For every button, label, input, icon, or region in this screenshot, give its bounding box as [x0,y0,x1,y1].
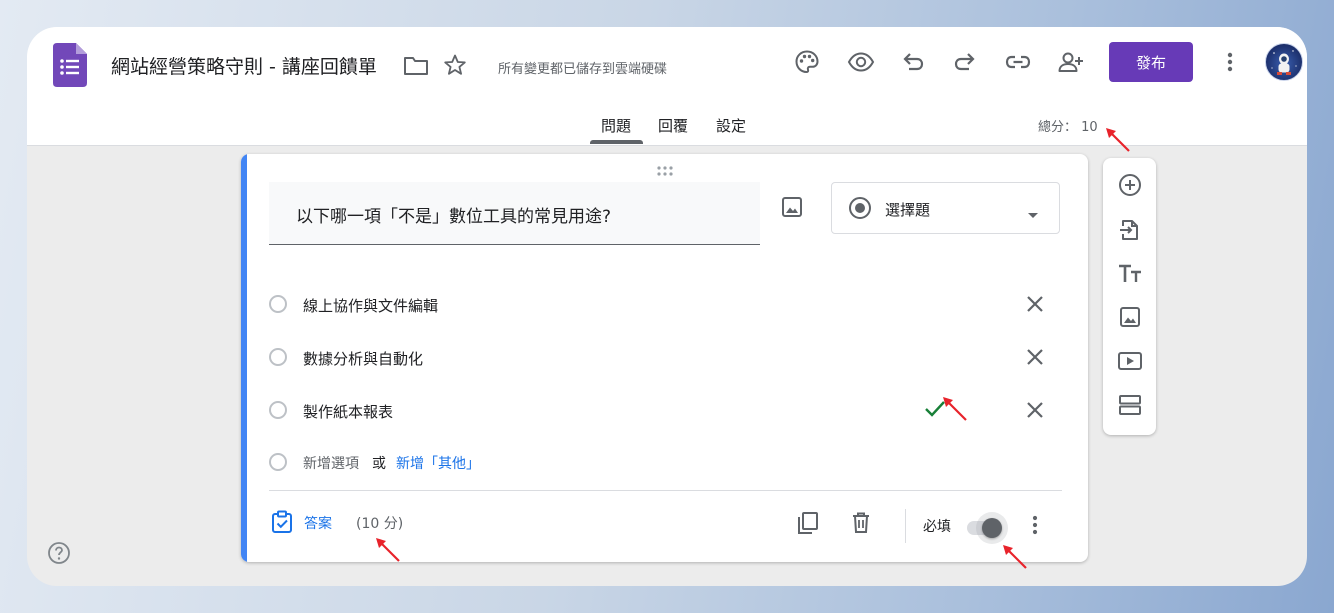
option-label[interactable]: 線上協作與文件編輯 [303,295,438,316]
option-label[interactable]: 製作紙本報表 [303,401,393,422]
question-type-label: 選擇題 [885,201,931,219]
duplicate-icon[interactable] [796,511,820,539]
question-type-select[interactable]: 選擇題 [831,182,1060,234]
move-to-folder-icon[interactable] [403,55,429,77]
annotation-arrow-icon [1003,545,1027,569]
required-toggle[interactable] [965,512,1025,544]
help-icon[interactable] [47,541,71,569]
drag-handle-icon[interactable] [655,162,675,181]
link-icon[interactable] [1004,49,1032,75]
total-points: 總分： 10 [1038,120,1098,135]
remove-option-icon[interactable] [1023,292,1047,320]
option-radio [269,295,287,313]
preview-eye-icon[interactable] [847,49,875,75]
add-other-button[interactable]: 新增「其他」 [396,453,480,473]
option-row[interactable]: 數據分析與自動化 [269,345,1059,375]
tab-responses[interactable]: 回覆 [658,115,688,136]
side-toolbar [1103,158,1156,435]
or-text: 或 [372,456,386,472]
more-vert-icon[interactable] [1220,50,1240,74]
undo-icon[interactable] [900,49,926,75]
toggle-knob [982,518,1002,538]
google-forms-logo-icon[interactable] [53,43,87,91]
option-radio [269,348,287,366]
card-divider [269,490,1062,491]
points-label: (10 分) [356,516,404,532]
required-label: 必填 [923,519,951,535]
add-image-icon[interactable] [1117,304,1143,330]
card-accent-bar [241,154,247,562]
redo-icon[interactable] [952,49,978,75]
add-title-icon[interactable] [1117,261,1143,287]
add-option-row: 新增選項 或 新增「其他」 [269,450,1059,480]
add-collaborator-icon[interactable] [1057,49,1085,75]
question-title: 以下哪一項「不是」數位工具的常見用途? [296,207,612,227]
remove-option-icon[interactable] [1023,345,1047,373]
option-radio [269,401,287,419]
question-title-field[interactable]: 以下哪一項「不是」數位工具的常見用途? [269,182,760,245]
save-status-text: 所有變更都已儲存到雲端硬碟 [498,62,668,77]
annotation-arrow-icon [1106,128,1130,152]
add-option-button[interactable]: 新增選項 [303,453,359,473]
annotation-arrow-icon [943,397,967,421]
option-radio [269,453,287,471]
annotation-arrow-icon [376,538,400,562]
add-image-icon[interactable] [781,196,803,222]
radio-button-icon [848,196,872,224]
add-video-icon[interactable] [1117,348,1143,374]
tab-questions[interactable]: 問題 [601,115,631,136]
add-section-icon[interactable] [1117,392,1143,418]
add-question-icon[interactable] [1117,172,1143,198]
question-card[interactable]: 以下哪一項「不是」數位工具的常見用途? 選擇題 線上協作與文件編輯 數據分析與自… [241,154,1088,562]
active-tab-indicator [590,140,643,144]
option-row[interactable]: 線上協作與文件編輯 [269,292,1059,322]
answer-key-button[interactable]: 答案 [304,513,332,533]
publish-button[interactable]: 發布 [1109,42,1193,82]
answer-key-icon[interactable] [271,510,293,538]
star-icon[interactable] [443,53,467,77]
import-questions-icon[interactable] [1117,217,1143,243]
palette-icon[interactable] [794,49,820,75]
avatar[interactable] [1265,43,1303,81]
forms-window: 網站經營策略守則 - 講座回饋單 所有變更都已儲存到雲端硬碟 發布 問題 回覆 … [27,27,1307,586]
footer-divider [905,509,906,543]
dropdown-arrow-icon [1027,205,1039,224]
question-more-icon[interactable] [1025,513,1045,541]
tab-settings[interactable]: 設定 [716,115,746,136]
remove-option-icon[interactable] [1023,398,1047,426]
delete-icon[interactable] [849,511,873,539]
document-title[interactable]: 網站經營策略守則 - 講座回饋單 [111,52,377,79]
option-label[interactable]: 數據分析與自動化 [303,348,423,369]
